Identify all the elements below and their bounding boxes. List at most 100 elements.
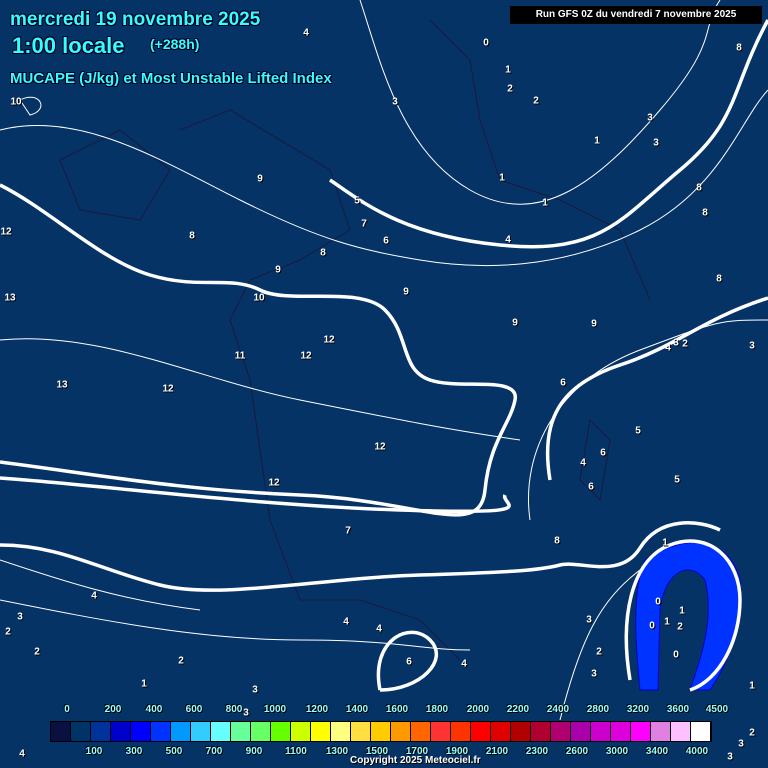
- contour-label: 12: [162, 383, 174, 395]
- colorbar-cell: [631, 722, 651, 741]
- contour-label: 4: [376, 623, 382, 635]
- contour-label: 4: [343, 616, 349, 628]
- contour-label: 6: [600, 447, 606, 459]
- colorbar-tick-label: 1000: [263, 704, 287, 715]
- contour-label: 3: [653, 137, 659, 149]
- contour-label: 12: [300, 350, 312, 362]
- colorbar-tick-label: 100: [85, 746, 103, 757]
- colorbar-tick-label: 0: [64, 704, 70, 715]
- colorbar-cell: [511, 722, 531, 741]
- contour-label: 12: [323, 334, 335, 346]
- contour-label: 13: [56, 379, 68, 391]
- contour-label: 1: [749, 680, 755, 692]
- contour-label: 12: [268, 477, 280, 489]
- colorbar-tick-label: 300: [125, 746, 143, 757]
- cape-area-blue: [635, 542, 742, 691]
- contour-label: 1: [141, 678, 147, 690]
- contour-label: 8: [736, 42, 742, 54]
- run-info: Run GFS 0Z du vendredi 7 novembre 2025: [510, 6, 762, 24]
- colorbar-tick-label: 400: [145, 704, 163, 715]
- contour-label: 4: [461, 658, 467, 670]
- weather-map: mercredi 19 novembre 2025 1:00 locale (+…: [0, 0, 768, 768]
- contour-label: 4: [580, 457, 586, 469]
- colorbar-cell: [151, 722, 171, 741]
- contour-label: 4: [665, 342, 671, 354]
- colorbar: [50, 721, 712, 742]
- contour-label: 0: [483, 37, 489, 49]
- contour-label: 9: [591, 318, 597, 330]
- colorbar-cell: [651, 722, 671, 741]
- colorbar-tick-label: 2400: [546, 704, 570, 715]
- colorbar-cell: [331, 722, 351, 741]
- contour-label: 3: [586, 614, 592, 626]
- contour-label: 1: [662, 537, 668, 549]
- colorbar-cell: [191, 722, 211, 741]
- contour-label: 4: [303, 27, 309, 39]
- contour-label: 2: [5, 626, 11, 638]
- contour-label: 3: [17, 611, 23, 623]
- colorbar-cell: [131, 722, 151, 741]
- colorbar-tick-label: 2300: [525, 746, 549, 757]
- colorbar-cell: [351, 722, 371, 741]
- contour-label: 0: [673, 649, 679, 661]
- colorbar-cell: [671, 722, 691, 741]
- copyright: Copyright 2025 Meteociel.fr: [350, 755, 481, 766]
- colorbar-tick-label: 800: [225, 704, 243, 715]
- colorbar-tick-label: 1600: [385, 704, 409, 715]
- contour-label: 3: [252, 684, 258, 696]
- contour-label: 4: [19, 748, 25, 760]
- colorbar-tick-label: 600: [185, 704, 203, 715]
- contour-label: 9: [403, 286, 409, 298]
- colorbar-cell: [391, 722, 411, 741]
- contour-label: 3: [392, 96, 398, 108]
- contour-label: 1: [679, 605, 685, 617]
- colorbar-cell: [211, 722, 231, 741]
- colorbar-cell: [91, 722, 111, 741]
- colorbar-tick-label: 4000: [685, 746, 709, 757]
- contour-label: 3: [647, 112, 653, 124]
- contour-label: 2: [178, 655, 184, 667]
- forecast-date: mercredi 19 novembre 2025: [10, 9, 261, 30]
- contour-label: 3: [243, 707, 249, 719]
- contour-label: 10: [253, 292, 265, 304]
- contour-label: 9: [275, 264, 281, 276]
- contour-label: 1: [505, 64, 511, 76]
- colorbar-cell: [271, 722, 291, 741]
- colorbar-tick-label: 2600: [565, 746, 589, 757]
- contour-label: 9: [512, 317, 518, 329]
- contour-label: 2: [34, 646, 40, 658]
- contour-label: 2: [507, 83, 513, 95]
- colorbar-tick-label: 3000: [605, 746, 629, 757]
- colorbar-tick-label: 1400: [345, 704, 369, 715]
- contour-label: 11: [234, 350, 246, 362]
- colorbar-cell: [251, 722, 271, 741]
- contour-label: 1: [499, 172, 505, 184]
- contour-label: 4: [505, 234, 511, 246]
- colorbar-tick-label: 3600: [666, 704, 690, 715]
- colorbar-tick-label: 700: [205, 746, 223, 757]
- contour-label: 4: [91, 590, 97, 602]
- colorbar-cell: [311, 722, 331, 741]
- contour-label: 2: [533, 95, 539, 107]
- contour-label: 5: [354, 195, 360, 207]
- contour-label: 3: [591, 668, 597, 680]
- colorbar-cell: [291, 722, 311, 741]
- forecast-time: 1:00 locale: [12, 33, 125, 58]
- forecast-offset: (+288h): [150, 36, 200, 52]
- contour-label: 8: [320, 247, 326, 259]
- contour-label: 0: [655, 596, 661, 608]
- colorbar-tick-label: 2100: [485, 746, 509, 757]
- colorbar-cell: [531, 722, 551, 741]
- colorbar-tick-label: 1200: [305, 704, 329, 715]
- contour-label: 13: [4, 292, 16, 304]
- contour-label: 2: [596, 646, 602, 658]
- contour-label: 12: [374, 441, 386, 453]
- colorbar-tick-label: 1800: [425, 704, 449, 715]
- colorbar-tick-label: 3400: [645, 746, 669, 757]
- colorbar-tick-label: 2200: [506, 704, 530, 715]
- contour-label: 7: [361, 218, 367, 230]
- colorbar-cell: [451, 722, 471, 741]
- contour-label: 5: [635, 425, 641, 437]
- colorbar-cell: [71, 722, 91, 741]
- contour-label: 3: [749, 340, 755, 352]
